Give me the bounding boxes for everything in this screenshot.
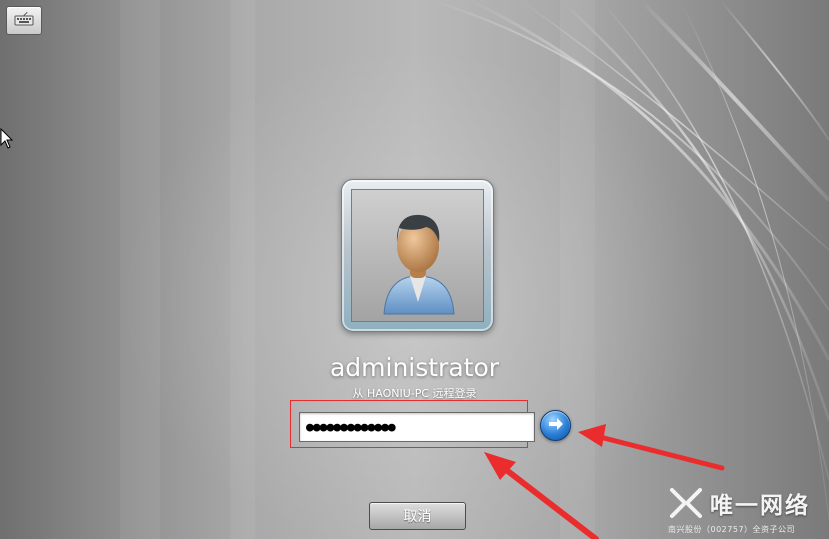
watermark-title: 唯一网络	[710, 493, 810, 519]
keyboard-button[interactable]	[6, 6, 42, 35]
watermark-logo-icon	[668, 486, 704, 524]
on-screen-keyboard-icon	[14, 11, 34, 30]
default-user-avatar-icon	[351, 189, 484, 322]
watermark-subtitle: 南兴股份（002757）全资子公司	[668, 525, 796, 534]
remote-login-subtitle: 从 HAONIU-PC 远程登录	[352, 387, 477, 400]
submit-button[interactable]	[540, 410, 571, 441]
watermark: 唯一网络 南兴股份（002757）全资子公司	[668, 480, 828, 538]
username-label: administrator	[329, 353, 500, 382]
mouse-pointer-icon	[0, 127, 14, 154]
cancel-button[interactable]: 取消	[369, 502, 466, 530]
user-avatar-tile	[341, 179, 494, 332]
arrow-right-icon	[547, 416, 565, 436]
password-input[interactable]	[299, 412, 535, 442]
